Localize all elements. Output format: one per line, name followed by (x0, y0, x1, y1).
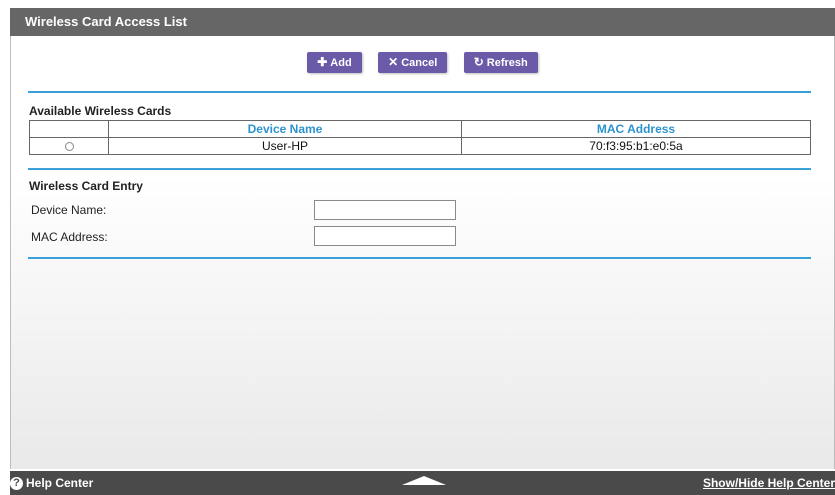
mac-address-cell: 70:f3:95:b1:e0:5a (461, 137, 811, 155)
device-name-column-header: Device Name (108, 120, 462, 138)
section-divider (28, 257, 811, 259)
card-entry-title: Wireless Card Entry (29, 179, 143, 193)
cancel-button[interactable]: ✕ Cancel (378, 52, 448, 73)
table-row[interactable]: User-HP 70:f3:95:b1:e0:5a (29, 137, 811, 155)
available-cards-table: Device Name MAC Address User-HP 70:f3:95… (29, 120, 811, 155)
help-footer: ? Help Center Show/Hide Help Center (10, 471, 835, 495)
refresh-icon: ↻ (473, 55, 484, 69)
title-bar: Wireless Card Access List (10, 8, 835, 36)
page-title: Wireless Card Access List (25, 14, 187, 29)
refresh-button[interactable]: ↻ Refresh (463, 52, 538, 73)
table-header-row: Device Name MAC Address (29, 120, 811, 138)
device-name-field[interactable] (314, 200, 456, 220)
section-divider (28, 168, 811, 170)
section-divider (28, 91, 811, 93)
main-panel: ✚ Add ✕ Cancel ↻ Refresh Available Wireless… (10, 36, 835, 469)
show-hide-help-link[interactable]: Show/Hide Help Center (703, 476, 835, 490)
available-cards-title: Available Wireless Cards (29, 104, 172, 118)
mac-address-label: MAC Address: (31, 230, 108, 244)
button-bar: ✚ Add ✕ Cancel ↻ Refresh (11, 52, 834, 73)
add-button[interactable]: ✚ Add (307, 52, 362, 73)
row-select-cell (29, 137, 109, 155)
close-icon: ✕ (388, 55, 399, 69)
add-button-label: Add (330, 57, 352, 69)
mac-address-column-header: MAC Address (461, 120, 811, 138)
help-center-link[interactable]: ? Help Center (10, 476, 94, 491)
refresh-button-label: Refresh (486, 57, 528, 69)
expand-arrow-icon[interactable] (402, 476, 446, 485)
select-column-header (29, 120, 109, 138)
help-center-label: Help Center (26, 476, 94, 490)
row-select-radio[interactable] (64, 142, 74, 152)
mac-address-field[interactable] (314, 226, 456, 246)
cancel-button-label: Cancel (401, 57, 438, 69)
device-name-label: Device Name: (31, 203, 107, 217)
question-icon: ? (10, 477, 23, 491)
plus-icon: ✚ (317, 55, 328, 69)
device-name-cell: User-HP (108, 137, 462, 155)
